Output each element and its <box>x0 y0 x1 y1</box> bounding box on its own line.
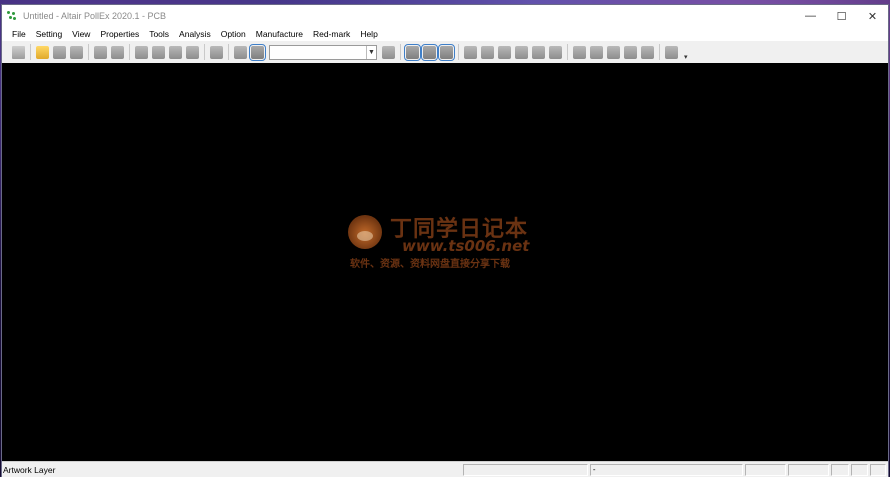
menu-file[interactable]: File <box>7 29 31 39</box>
component-icon[interactable] <box>464 45 477 59</box>
measure-icon[interactable] <box>94 45 107 59</box>
tools-fork-icon[interactable] <box>641 45 654 59</box>
watermark-overlay: 丁同学日记本 www.ts006.net 软件、资源、资料网盘直接分享下载 <box>348 211 548 271</box>
open-folder-icon[interactable] <box>36 45 49 59</box>
status-pane-6 <box>850 463 869 476</box>
menu-analysis[interactable]: Analysis <box>174 29 216 39</box>
report-icon[interactable] <box>549 45 562 59</box>
folder-icon[interactable] <box>665 45 678 59</box>
status-layer-text: Artwork Layer <box>3 464 56 475</box>
toolbar-separator <box>567 44 568 60</box>
menu-manufacture[interactable]: Manufacture <box>251 29 308 39</box>
new-file-icon[interactable] <box>12 45 25 59</box>
grid-icon[interactable] <box>186 45 199 59</box>
save-icon[interactable] <box>53 45 66 59</box>
main-toolbar: ▼ ▾ <box>2 41 888 64</box>
view-bottom-icon[interactable] <box>421 43 438 61</box>
view-top-icon[interactable] <box>404 43 421 61</box>
window-controls: — ☐ ✕ <box>795 5 888 27</box>
status-pane-4 <box>787 463 829 476</box>
toolbar-separator <box>659 44 660 60</box>
app-icon <box>7 11 17 21</box>
pad-icon[interactable] <box>498 45 511 59</box>
watermark-url: www.ts006.net <box>402 237 530 255</box>
layer-combo[interactable]: ▼ <box>269 44 377 60</box>
toolbar-separator <box>400 44 401 60</box>
via-icon[interactable] <box>515 45 528 59</box>
chevron-down-icon[interactable]: ▼ <box>366 45 376 59</box>
title-bar: Untitled - Altair PollEx 2020.1 - PCB — … <box>2 5 888 27</box>
export-icon[interactable] <box>624 45 637 59</box>
toolbar-separator <box>204 44 205 60</box>
menu-setting[interactable]: Setting <box>31 29 67 39</box>
menu-bar: File Setting View Properties Tools Analy… <box>2 27 888 41</box>
layer-icon[interactable] <box>210 45 223 59</box>
print-icon[interactable] <box>70 45 83 59</box>
watermark-subtitle: 软件、资源、资料网盘直接分享下载 <box>350 259 510 270</box>
select-pointer-icon[interactable] <box>111 45 124 59</box>
comment-icon[interactable] <box>135 45 148 59</box>
drc-icon[interactable] <box>573 45 586 59</box>
menu-tools[interactable]: Tools <box>144 29 174 39</box>
close-button[interactable]: ✕ <box>857 5 888 27</box>
menu-red-mark[interactable]: Red-mark <box>308 29 355 39</box>
menu-option[interactable]: Option <box>216 29 251 39</box>
analysis-icon[interactable] <box>607 45 620 59</box>
menu-properties[interactable]: Properties <box>95 29 144 39</box>
status-pane-1 <box>462 463 588 476</box>
toolbar-separator <box>88 44 89 60</box>
pcb-canvas[interactable]: 丁同学日记本 www.ts006.net 软件、资源、资料网盘直接分享下载 <box>2 63 888 461</box>
status-pane-7 <box>870 463 886 476</box>
layer-settings-icon[interactable] <box>382 45 395 59</box>
image-icon[interactable] <box>532 45 545 59</box>
comment-edit-icon[interactable] <box>152 45 165 59</box>
app-window: Untitled - Altair PollEx 2020.1 - PCB — … <box>2 5 888 477</box>
watermark-logo-icon <box>348 215 382 249</box>
layer-active-icon[interactable] <box>249 43 266 61</box>
menu-help[interactable]: Help <box>355 29 382 39</box>
layer-stack-icon[interactable] <box>234 45 247 59</box>
toolbar-overflow-chevron-icon[interactable]: ▾ <box>684 53 688 61</box>
status-pane-2: - <box>589 463 743 476</box>
net-icon[interactable] <box>481 45 494 59</box>
status-pane-5 <box>830 463 849 476</box>
toolbar-separator <box>30 44 31 60</box>
toolbar-separator <box>458 44 459 60</box>
minimize-button[interactable]: — <box>795 5 826 27</box>
zoom-icon[interactable] <box>169 45 182 59</box>
toolbar-separator <box>129 44 130 60</box>
status-bar: Artwork Layer - <box>2 461 888 477</box>
check-icon[interactable] <box>590 45 603 59</box>
view-3d-icon[interactable] <box>438 43 455 61</box>
status-pane-3 <box>744 463 786 476</box>
window-title: Untitled - Altair PollEx 2020.1 - PCB <box>23 11 167 21</box>
toolbar-separator <box>228 44 229 60</box>
menu-view[interactable]: View <box>67 29 95 39</box>
maximize-button[interactable]: ☐ <box>826 5 857 27</box>
